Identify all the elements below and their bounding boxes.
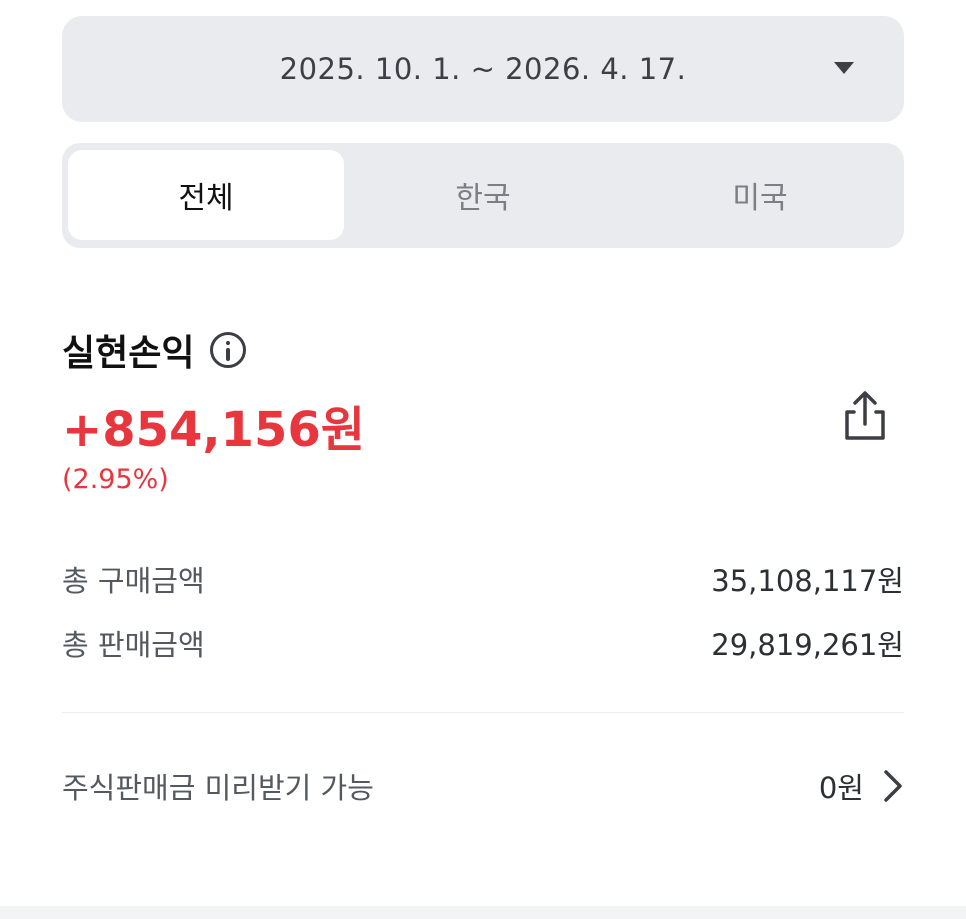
summary-value: 29,819,261원 [711,628,904,662]
divider [62,712,904,713]
advance-label: 주식판매금 미리받기 가능 [62,771,374,805]
summary-label: 총 판매금액 [62,628,205,662]
tab-all[interactable]: 전체 [68,150,344,240]
date-range-selector[interactable]: 2025. 10. 1. ~ 2026. 4. 17. [62,16,904,122]
summary-value: 35,108,117원 [711,564,904,598]
section-title: 실현손익 [62,333,195,374]
summary-label: 총 구매금액 [62,564,205,598]
advance-payment-row[interactable]: 주식판매금 미리받기 가능 0원 [62,764,904,808]
share-icon[interactable] [840,390,890,442]
tab-korea[interactable]: 한국 [345,150,621,240]
advance-value: 0원 [818,771,864,805]
realized-pl-rate: (2.95%) [62,464,169,495]
bottom-section-separator [0,906,966,919]
tab-usa[interactable]: 미국 [622,150,898,240]
date-range-label: 2025. 10. 1. ~ 2026. 4. 17. [279,52,687,86]
info-icon[interactable] [210,332,247,368]
realized-pl-amount: +854,156원 [62,402,366,458]
realized-pl-header: 실현손익 [62,324,247,376]
market-segmented-control: 전체 한국 미국 [62,143,904,248]
chevron-right-icon [884,770,902,802]
summary-row-sale: 총 판매금액 29,819,261원 [62,622,904,664]
summary-row-purchase: 총 구매금액 35,108,117원 [62,558,904,600]
caret-down-icon [834,62,854,74]
